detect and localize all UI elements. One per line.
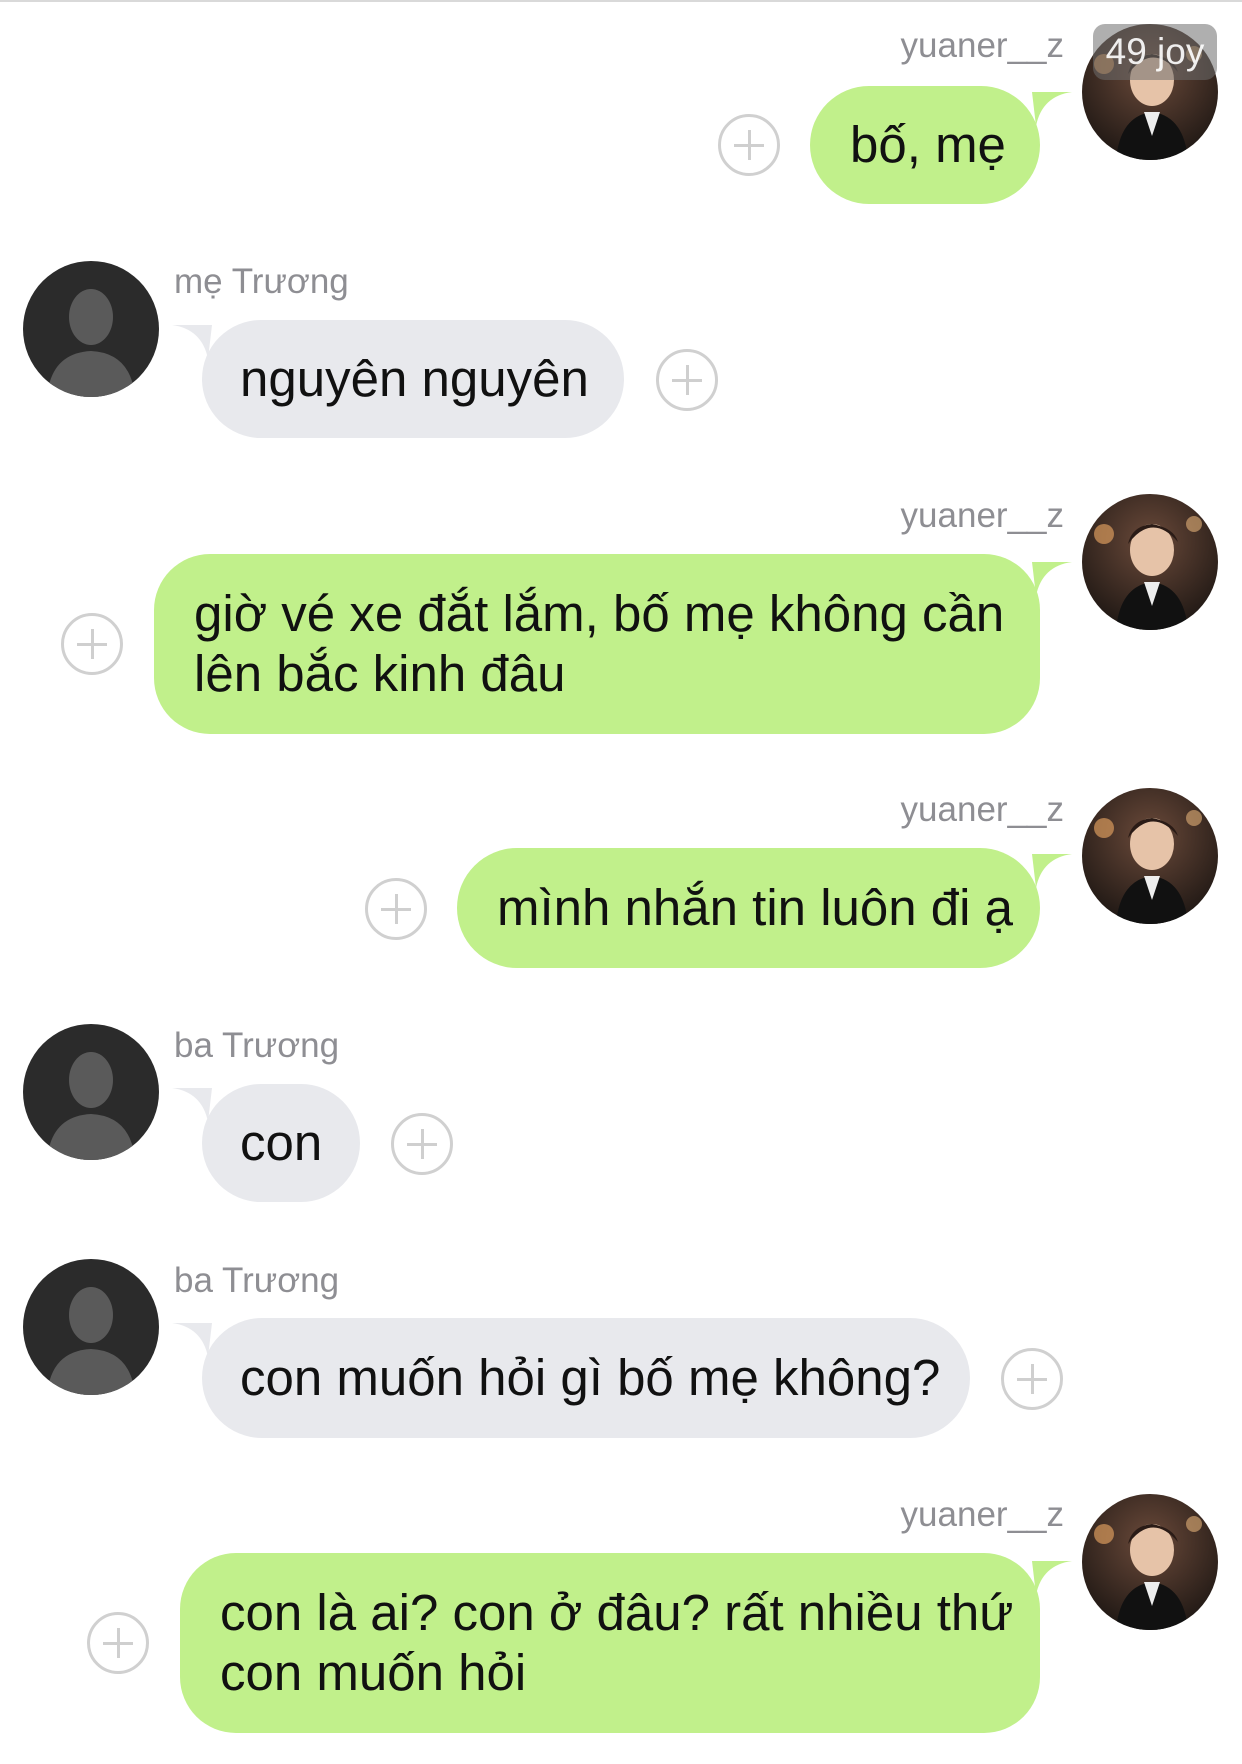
add-reaction-icon[interactable] (1001, 1348, 1063, 1410)
sender-name: mẹ Trương (174, 262, 349, 301)
user-photo-avatar-icon[interactable] (1082, 1494, 1218, 1630)
user-photo-avatar-icon[interactable] (1082, 494, 1218, 630)
message-text: nguyên nguyên (240, 350, 589, 407)
message-bubble[interactable]: nguyên nguyên (202, 320, 624, 438)
sender-name: yuaner__z (900, 496, 1064, 535)
message-text: con muốn hỏi gì bố mẹ không? (240, 1349, 941, 1406)
message-bubble[interactable]: con muốn hỏi gì bố mẹ không? (202, 1318, 970, 1438)
watermark-label: 49 joy (1093, 24, 1217, 80)
top-divider (0, 0, 1242, 2)
bubble-tail (1032, 854, 1072, 888)
message-bubble[interactable]: mình nhắn tin luôn đi ạ (457, 848, 1040, 968)
add-reaction-icon[interactable] (61, 613, 123, 675)
bubble-tail (172, 325, 212, 359)
bubble-tail (1032, 562, 1072, 596)
add-reaction-icon[interactable] (365, 878, 427, 940)
default-person-avatar-icon[interactable] (23, 261, 159, 397)
message-bubble[interactable]: bố, mẹ (810, 86, 1040, 204)
message-bubble[interactable]: con (202, 1084, 360, 1202)
sender-name: yuaner__z (900, 26, 1064, 65)
message-text: con (240, 1114, 323, 1171)
bubble-tail (1032, 1561, 1072, 1595)
add-reaction-icon[interactable] (656, 349, 718, 411)
sender-name: yuaner__z (900, 1495, 1064, 1534)
default-person-avatar-icon[interactable] (23, 1259, 159, 1395)
sender-name: ba Trương (174, 1261, 340, 1300)
user-photo-avatar-icon[interactable] (1082, 788, 1218, 924)
default-person-avatar-icon[interactable] (23, 1024, 159, 1160)
bubble-tail (1032, 92, 1072, 126)
add-reaction-icon[interactable] (87, 1612, 149, 1674)
bubble-tail (172, 1323, 212, 1357)
bubble-tail (172, 1088, 212, 1122)
add-reaction-icon[interactable] (718, 114, 780, 176)
message-text: bố, mẹ (850, 116, 1006, 173)
message-text: giờ vé xe đắt lắm, bố mẹ không cần lên b… (194, 585, 1005, 702)
sender-name: yuaner__z (900, 790, 1064, 829)
add-reaction-icon[interactable] (391, 1113, 453, 1175)
sender-name: ba Trương (174, 1026, 340, 1065)
message-bubble[interactable]: giờ vé xe đắt lắm, bố mẹ không cần lên b… (154, 554, 1040, 734)
message-text: con là ai? con ở đâu? rất nhiều thứ con … (220, 1584, 1014, 1701)
message-text: mình nhắn tin luôn đi ạ (497, 879, 1014, 936)
message-bubble[interactable]: con là ai? con ở đâu? rất nhiều thứ con … (180, 1553, 1040, 1733)
